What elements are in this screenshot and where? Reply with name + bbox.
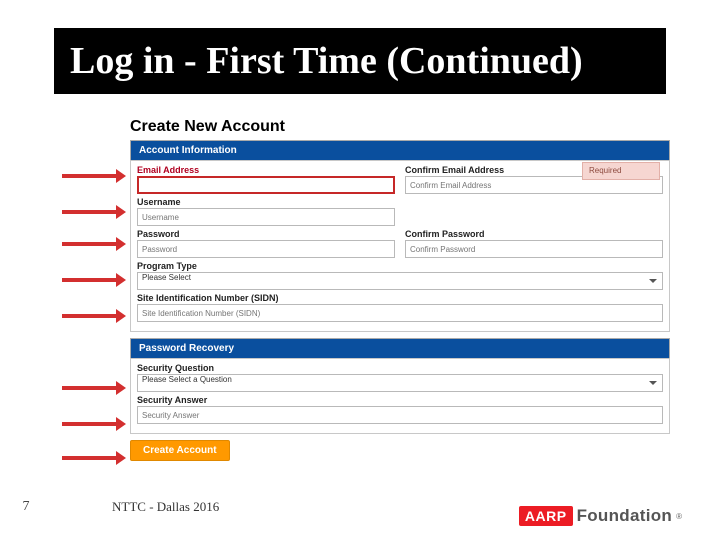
- registered-mark: ®: [676, 512, 682, 521]
- account-info-header: Account Information: [130, 140, 670, 160]
- email-field[interactable]: [137, 176, 395, 194]
- form-heading: Create New Account: [130, 118, 670, 136]
- create-account-button[interactable]: Create Account: [130, 440, 230, 461]
- security-answer-label: Security Answer: [137, 395, 663, 405]
- password-recovery-header: Password Recovery: [130, 338, 670, 358]
- page-number: 7: [0, 499, 52, 515]
- arrow-icon: [62, 386, 118, 390]
- password-recovery-body: Security Question Please Select a Questi…: [130, 358, 670, 434]
- account-info-body: Email Address Confirm Email Address User…: [130, 160, 670, 332]
- arrow-icon: [62, 210, 118, 214]
- confirm-password-field[interactable]: [405, 240, 663, 258]
- arrow-icon: [62, 456, 118, 460]
- security-answer-field[interactable]: [137, 406, 663, 424]
- program-type-label: Program Type: [137, 261, 663, 271]
- arrow-icon: [62, 278, 118, 282]
- confirm-password-label: Confirm Password: [405, 229, 663, 239]
- arrow-icon: [62, 314, 118, 318]
- arrow-icon: [62, 242, 118, 246]
- footer-text: NTTC - Dallas 2016: [112, 499, 219, 515]
- aarp-logo-box: AARP: [519, 506, 573, 526]
- password-field[interactable]: [137, 240, 395, 258]
- arrow-icon: [62, 422, 118, 426]
- password-label: Password: [137, 229, 395, 239]
- security-question-label: Security Question: [137, 363, 663, 373]
- required-badge: Required: [582, 162, 660, 180]
- email-label: Email Address: [137, 165, 395, 175]
- security-question-select[interactable]: Please Select a Question: [137, 374, 663, 392]
- username-field[interactable]: [137, 208, 395, 226]
- foundation-text: Foundation: [577, 506, 673, 526]
- sidn-label: Site Identification Number (SIDN): [137, 293, 663, 303]
- aarp-foundation-logo: AARP Foundation ®: [519, 506, 682, 526]
- username-label: Username: [137, 197, 395, 207]
- sidn-field[interactable]: [137, 304, 663, 322]
- program-type-select[interactable]: Please Select: [137, 272, 663, 290]
- slide-title: Log in - First Time (Continued): [54, 28, 666, 94]
- arrow-icon: [62, 174, 118, 178]
